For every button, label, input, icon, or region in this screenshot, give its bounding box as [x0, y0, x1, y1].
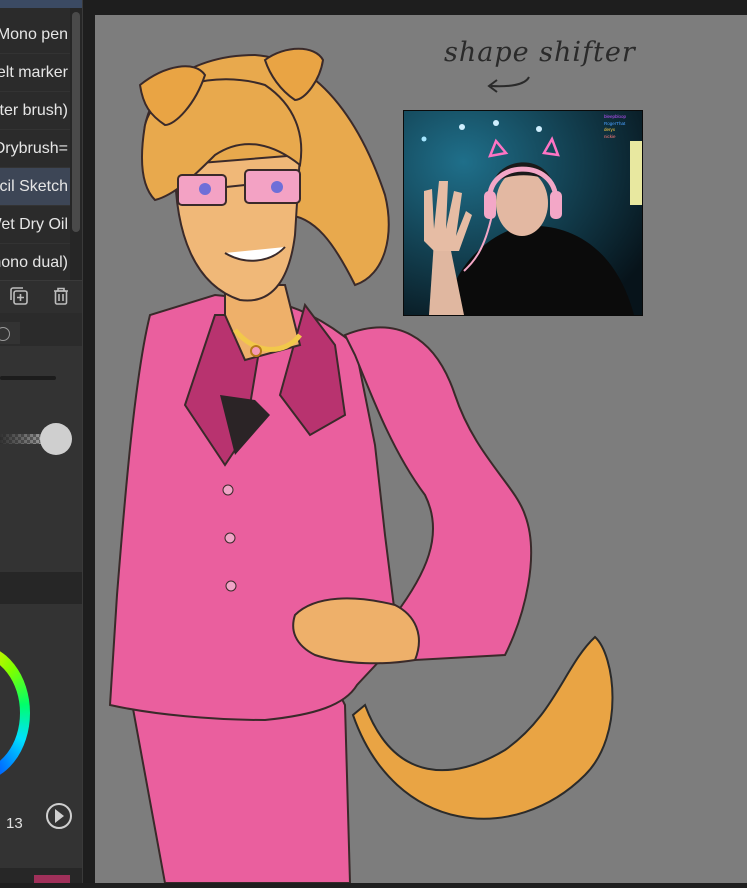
bottom-strip — [0, 868, 82, 883]
size-slider-track[interactable] — [0, 376, 56, 380]
panel-tab[interactable] — [0, 322, 20, 344]
arrow-icon — [487, 76, 530, 93]
brush-item-mono-pen[interactable]: Mono pen — [0, 16, 70, 54]
chat-overlay: bleepbloop RogerThat deryx nickie — [604, 114, 640, 140]
opacity-slider-knob[interactable] — [40, 423, 72, 455]
brush-tool-row — [0, 280, 82, 313]
brush-item-water-brush[interactable]: (Water brush) — [0, 92, 70, 130]
brush-sidebar: Mono pen Felt marker (Water brush) Drybr… — [0, 0, 83, 883]
zoom-value: 13 — [6, 815, 23, 832]
webcam-overlay: bleepbloop RogerThat deryx nickie — [403, 110, 643, 316]
duplicate-brush-icon[interactable] — [8, 285, 30, 307]
brush-settings-panel — [0, 346, 82, 572]
webcam-feed — [404, 111, 642, 315]
brush-item-mono-dual[interactable]: (mono dual) — [0, 244, 70, 282]
color-panel: 13 — [0, 604, 82, 868]
panel-divider — [0, 572, 82, 604]
scrollbar-thumb[interactable] — [72, 12, 80, 232]
play-icon[interactable] — [46, 803, 72, 829]
brush-list-scrollbar[interactable] — [70, 8, 82, 280]
brush-item-wet-dry-oil[interactable]: Wet Dry Oil — [0, 206, 70, 244]
canvas-caption: shape shifter — [444, 37, 636, 68]
brush-list: Mono pen Felt marker (Water brush) Drybr… — [0, 16, 70, 282]
brush-item-drybrush[interactable]: Drybrush= — [0, 130, 70, 168]
brush-item-felt-marker[interactable]: Felt marker — [0, 54, 70, 92]
trash-icon[interactable] — [50, 285, 72, 307]
brush-item-pencil-sketch[interactable]: Pencil Sketch — [0, 168, 70, 206]
panel-header-bar — [0, 0, 82, 8]
chat-line: nickie — [604, 133, 616, 139]
settings-icon — [0, 327, 10, 341]
